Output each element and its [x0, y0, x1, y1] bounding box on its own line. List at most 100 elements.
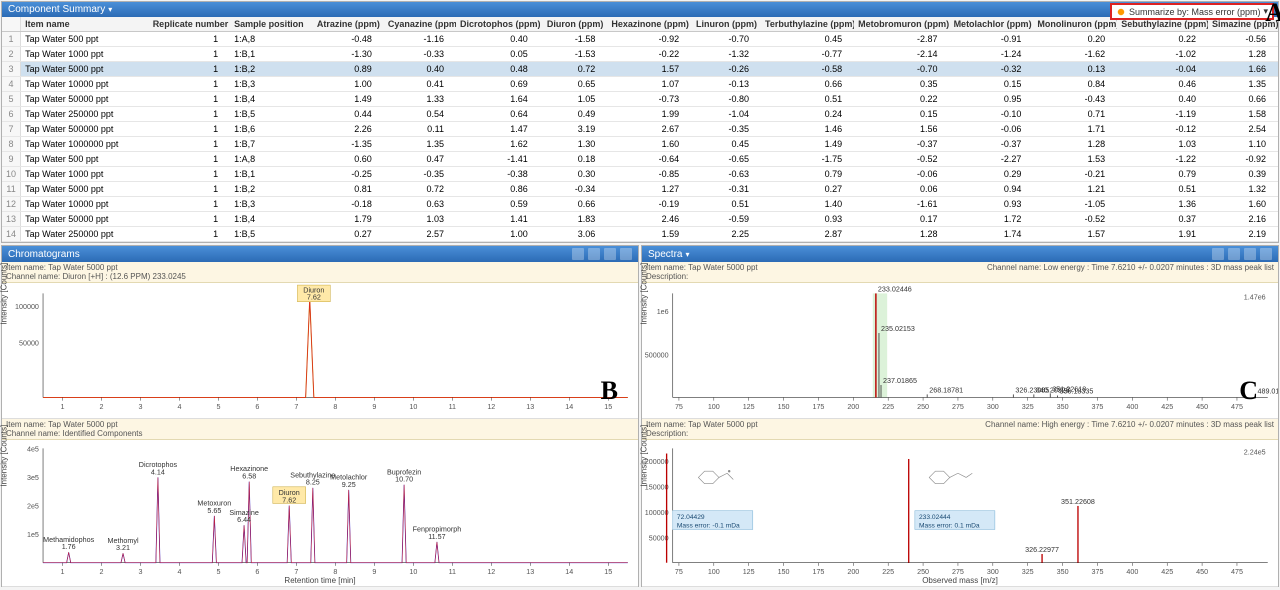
svg-text:100000: 100000	[15, 302, 39, 311]
low-energy-spectrum: Item name: Tap Water 5000 ppt Descriptio…	[642, 262, 1278, 419]
svg-text:325: 325	[1022, 402, 1034, 411]
table-row[interactable]: 8Tap Water 1000000 ppt11:B,7-1.351.351.6…	[2, 137, 1278, 152]
table-row[interactable]: 14Tap Water 250000 ppt11:B,50.272.571.00…	[2, 227, 1278, 242]
tool-icon[interactable]	[604, 248, 616, 260]
close-icon[interactable]	[620, 248, 632, 260]
svg-text:150: 150	[778, 567, 790, 576]
summary-table-scroll[interactable]: Item nameReplicate numberSample position…	[2, 17, 1278, 242]
svg-text:15: 15	[604, 567, 612, 576]
column-header[interactable]: Hexazinone (ppm)	[607, 17, 691, 32]
svg-text:9: 9	[372, 402, 376, 411]
column-header[interactable]: Item name	[21, 17, 149, 32]
chromatograms-header[interactable]: Chromatograms	[2, 246, 638, 262]
summary-table: Item nameReplicate numberSample position…	[2, 17, 1278, 242]
svg-text:3e5: 3e5	[27, 473, 39, 482]
table-row[interactable]: 10Tap Water 1000 ppt11:B,1-0.25-0.35-0.3…	[2, 167, 1278, 182]
column-header[interactable]: Monolinuron (ppm)	[1033, 17, 1117, 32]
table-row[interactable]: 11Tap Water 5000 ppt11:B,20.810.720.86-0…	[2, 182, 1278, 197]
column-header[interactable]: Atrazine (ppm)	[312, 17, 384, 32]
table-row[interactable]: 13Tap Water 50000 ppt11:B,41.791.031.411…	[2, 212, 1278, 227]
x-axis-label: Retention time [min]	[284, 576, 355, 585]
table-row[interactable]: 7Tap Water 500000 ppt11:B,62.260.111.473…	[2, 122, 1278, 137]
tool-icon[interactable]	[572, 248, 584, 260]
svg-text:11: 11	[449, 402, 456, 411]
column-header[interactable]: Metolachlor (ppm)	[950, 17, 1034, 32]
svg-text:100: 100	[708, 402, 720, 411]
table-row[interactable]: 9Tap Water 500 ppt11:A,80.600.47-1.410.1…	[2, 152, 1278, 167]
svg-text:11: 11	[449, 567, 456, 576]
table-row[interactable]: 5Tap Water 50000 ppt11:B,41.491.331.641.…	[2, 92, 1278, 107]
high-energy-spectrum: Item name: Tap Water 5000 ppt Descriptio…	[642, 419, 1278, 587]
svg-text:150: 150	[778, 402, 790, 411]
component-summary-header[interactable]: Component Summary ▾	[2, 2, 1278, 17]
y-axis-label: Intensity [Counts]	[640, 262, 649, 324]
table-row[interactable]: 12Tap Water 10000 ppt11:B,3-0.180.630.59…	[2, 197, 1278, 212]
column-header[interactable]: Metobromuron (ppm)	[854, 17, 949, 32]
svg-text:8: 8	[333, 402, 337, 411]
svg-text:450: 450	[1196, 567, 1208, 576]
svg-text:225: 225	[882, 567, 894, 576]
svg-text:7.62: 7.62	[307, 293, 321, 302]
svg-text:6: 6	[255, 567, 259, 576]
tool-icon[interactable]	[1228, 248, 1240, 260]
table-row[interactable]: 2Tap Water 1000 ppt11:B,1-1.30-0.330.05-…	[2, 47, 1278, 62]
svg-text:100000: 100000	[645, 508, 669, 517]
svg-text:175: 175	[812, 567, 824, 576]
svg-text:100: 100	[708, 567, 720, 576]
svg-text:233.02446: 233.02446	[878, 284, 912, 293]
svg-text:237.01865: 237.01865	[883, 376, 917, 385]
svg-text:12: 12	[487, 567, 495, 576]
svg-text:2: 2	[100, 567, 104, 576]
svg-text:356.18335: 356.18335	[1060, 386, 1094, 395]
meta-item-name: Item name: Tap Water 5000 ppt	[6, 420, 143, 429]
svg-text:2e5: 2e5	[27, 502, 39, 511]
table-row[interactable]: 4Tap Water 10000 ppt11:B,31.000.410.690.…	[2, 77, 1278, 92]
svg-text:4: 4	[177, 402, 181, 411]
tool-icon[interactable]	[1212, 248, 1224, 260]
svg-text:375: 375	[1091, 567, 1103, 576]
tool-icon[interactable]	[588, 248, 600, 260]
table-row[interactable]: 1Tap Water 500 ppt11:A,8-0.48-1.160.40-1…	[2, 32, 1278, 47]
column-header[interactable]: Sample position	[230, 17, 311, 32]
svg-text:489.01942: 489.01942	[1257, 386, 1278, 395]
figure-label-b: B	[601, 376, 618, 406]
svg-text:1: 1	[61, 402, 65, 411]
svg-text:3: 3	[138, 567, 142, 576]
svg-text:1.47e6: 1.47e6	[1244, 293, 1266, 302]
svg-text:9: 9	[372, 567, 376, 576]
spectra-header[interactable]: Spectra ▾	[642, 246, 1278, 262]
tool-icon[interactable]	[1244, 248, 1256, 260]
svg-text:10.70: 10.70	[395, 475, 413, 484]
svg-text:475: 475	[1231, 567, 1243, 576]
figure-label-c: C	[1239, 376, 1258, 406]
svg-text:325: 325	[1022, 567, 1034, 576]
svg-text:125: 125	[743, 402, 755, 411]
column-header[interactable]: Cyanazine (ppm)	[384, 17, 456, 32]
svg-text:4.14: 4.14	[151, 468, 165, 477]
svg-text:250: 250	[917, 402, 929, 411]
svg-text:375: 375	[1091, 402, 1103, 411]
svg-text:5: 5	[216, 567, 220, 576]
table-row[interactable]: 15Tap Water 500000 ppt11:B,61.801.722.67…	[2, 242, 1278, 243]
table-row[interactable]: 3Tap Water 5000 ppt11:B,20.890.400.480.7…	[2, 62, 1278, 77]
svg-text:225: 225	[882, 402, 894, 411]
svg-text:235.02153: 235.02153	[881, 324, 915, 333]
svg-text:275: 275	[952, 402, 964, 411]
close-icon[interactable]	[1260, 248, 1272, 260]
y-axis-label: Intensity [Counts]	[0, 425, 9, 487]
svg-text:3: 3	[138, 402, 142, 411]
column-header[interactable]: Diuron (ppm)	[540, 17, 608, 32]
svg-text:10: 10	[409, 402, 417, 411]
svg-text:125: 125	[743, 567, 755, 576]
meta-channel-name: Channel name: Identified Components	[6, 429, 143, 438]
chromatograms-panel: Chromatograms B Item name: Tap Water 500…	[1, 245, 639, 587]
summarize-by-dropdown[interactable]: Summarize by: Mass error (ppm) ▾	[1110, 3, 1274, 20]
column-header[interactable]: Terbuthylazine (ppm)	[761, 17, 854, 32]
column-header[interactable]: Dicrotophos (ppm)	[456, 17, 540, 32]
table-row[interactable]: 6Tap Water 250000 ppt11:B,50.440.540.640…	[2, 107, 1278, 122]
column-header[interactable]: Linuron (ppm)	[691, 17, 761, 32]
xic-chart: Item name: Tap Water 5000 ppt Channel na…	[2, 262, 638, 419]
column-header[interactable]: Replicate number	[149, 17, 230, 32]
svg-text:1.76: 1.76	[62, 543, 76, 552]
svg-text:2: 2	[100, 402, 104, 411]
